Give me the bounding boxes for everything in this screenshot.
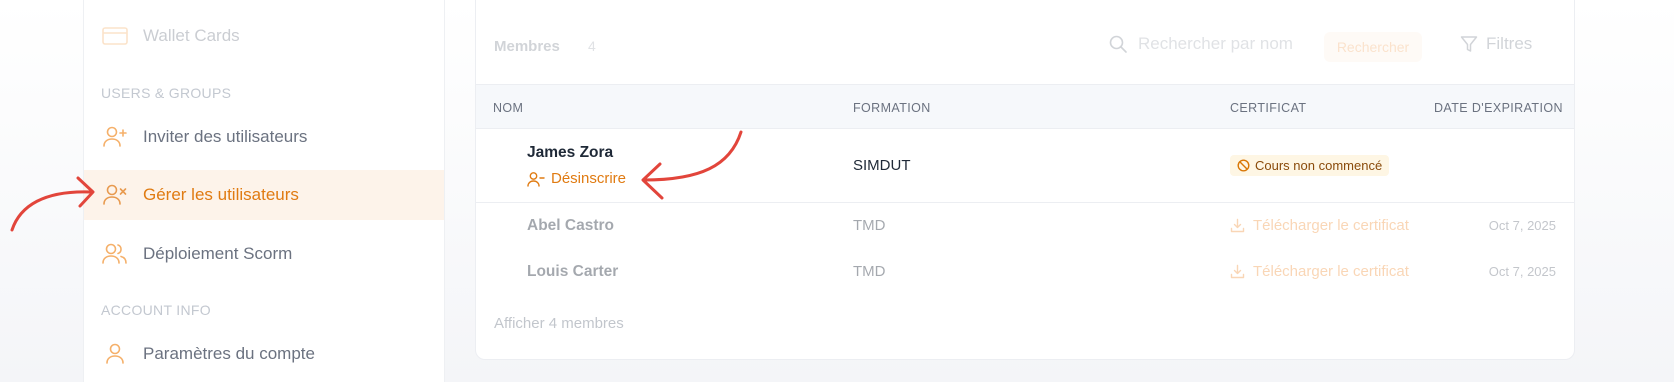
user-icon	[101, 340, 129, 368]
users-icon	[101, 240, 129, 268]
annotation-arrow-left	[10, 176, 95, 232]
column-header-expiration: DATE D'EXPIRATION	[1434, 101, 1563, 115]
user-minus-icon	[527, 171, 545, 187]
search-icon	[1108, 34, 1128, 54]
download-certificate-link[interactable]: Télécharger le certificat	[1230, 263, 1409, 280]
sidebar-item-label: Gérer les utilisateurs	[143, 185, 299, 204]
course-name: SIMDUT	[853, 157, 911, 174]
section-account-info: ACCOUNT INFO	[101, 302, 211, 318]
sidebar-item-manage-users[interactable]: Gérer les utilisateurs	[84, 170, 444, 220]
download-certificate-link[interactable]: Télécharger le certificat	[1230, 217, 1409, 234]
download-icon	[1230, 218, 1245, 233]
sidebar-item-label: Wallet Cards	[143, 26, 240, 45]
annotation-arrow-right	[641, 130, 743, 200]
filters-label: Filtres	[1486, 34, 1533, 53]
download-icon	[1230, 264, 1245, 279]
expiration-date: Oct 7, 2025	[1488, 264, 1556, 279]
card-icon	[101, 22, 129, 50]
section-users-groups: USERS & GROUPS	[101, 85, 232, 101]
download-label: Télécharger le certificat	[1253, 217, 1409, 234]
member-name: Louis Carter	[527, 263, 619, 280]
status-badge: Cours non commencé	[1230, 155, 1390, 176]
expiration-date: Oct 7, 2025	[1488, 218, 1556, 233]
filters-button[interactable]: Filtres	[1460, 34, 1532, 54]
sidebar-item-label: Inviter des utilisateurs	[143, 127, 308, 146]
download-label: Télécharger le certificat	[1253, 263, 1409, 280]
course-name: TMD	[853, 263, 886, 280]
sidebar-item-label: Paramètres du compte	[143, 344, 315, 363]
member-name: Abel Castro	[527, 217, 614, 234]
sidebar-item-account-settings[interactable]: Paramètres du compte	[84, 329, 444, 379]
search-placeholder: Rechercher par nom	[1138, 34, 1293, 53]
search-input[interactable]: Rechercher par nom	[1108, 34, 1293, 54]
sidebar: Wallet Cards USERS & GROUPS Inviter des …	[83, 0, 445, 382]
column-header-name: NOM	[493, 101, 524, 115]
column-header-course: FORMATION	[853, 101, 931, 115]
members-toolbar: Membres 4 Rechercher par nom Rechercher …	[476, 0, 1574, 84]
not-started-icon	[1237, 159, 1250, 172]
user-plus-icon	[101, 123, 129, 151]
table-row: Louis Carter TMD Télécharger le certific…	[476, 249, 1574, 295]
sidebar-item-invite-users[interactable]: Inviter des utilisateurs	[84, 112, 444, 162]
member-name: James Zora	[527, 144, 614, 161]
course-name: TMD	[853, 217, 886, 234]
sidebar-item-wallet-cards[interactable]: Wallet Cards	[84, 11, 444, 61]
show-members-link[interactable]: Afficher 4 membres	[494, 315, 624, 332]
search-button[interactable]: Rechercher	[1324, 32, 1422, 62]
status-label: Cours non commencé	[1255, 158, 1383, 173]
members-label: Membres	[494, 38, 560, 55]
sidebar-item-scorm-deployment[interactable]: Déploiement Scorm	[84, 229, 444, 279]
filter-icon	[1460, 35, 1478, 53]
column-header-certificate: CERTIFICAT	[1230, 101, 1307, 115]
table-header: NOM FORMATION CERTIFICAT DATE D'EXPIRATI…	[476, 84, 1574, 129]
members-count: 4	[588, 38, 596, 54]
table-row: Abel Castro TMD Télécharger le certifica…	[476, 203, 1574, 249]
unenroll-label: Désinscrire	[551, 170, 627, 187]
user-x-icon	[101, 181, 129, 209]
sidebar-item-label: Déploiement Scorm	[143, 244, 293, 263]
unenroll-button[interactable]: Désinscrire	[527, 170, 626, 187]
